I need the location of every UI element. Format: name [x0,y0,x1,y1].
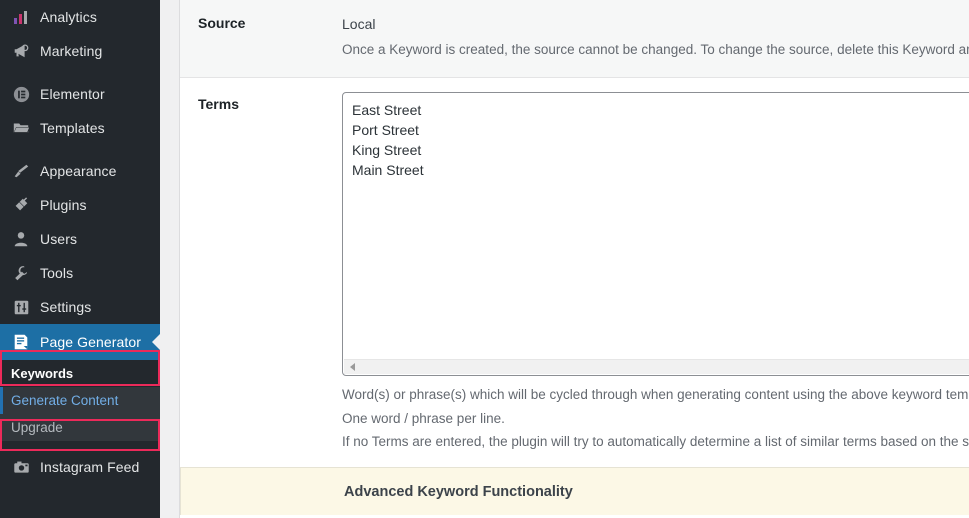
sliders-icon [11,297,31,317]
terms-description: Word(s) or phrase(s) which will be cycle… [342,383,969,453]
sidebar-item-label: Page Generator [40,334,142,350]
sidebar-item-templates[interactable]: Templates [0,111,160,145]
sidebar-separator [0,145,160,154]
sidebar-item-label: Elementor [40,86,105,102]
source-value: Local [342,16,376,32]
submenu-header-keywords: Keywords [0,360,160,387]
sidebar-item-label: Tools [40,265,74,281]
user-icon [11,229,31,249]
sidebar-item-label: Users [40,231,78,247]
elementor-icon [11,84,31,104]
source-row: Source Local Once a Keyword is created, … [180,0,969,79]
submenu-list: Generate Content Upgrade [0,387,160,441]
submenu-item-upgrade[interactable]: Upgrade [0,414,160,441]
scroll-left-arrow-icon[interactable] [350,363,355,372]
sidebar-item-settings[interactable]: Settings [0,290,160,324]
sidebar-item-elementor[interactable]: Elementor [0,77,160,111]
source-field: Local Once a Keyword is created, the sou… [342,13,969,63]
terms-line: Port Street [352,122,419,139]
terms-line: East Street [352,102,422,119]
sidebar-separator [0,441,160,450]
submenu-item-label: Generate Content [11,393,119,408]
sidebar-item-marketing[interactable]: Marketing [0,34,160,68]
admin-sidebar: Analytics Marketing Elementor Templates … [0,0,160,518]
plug-icon [11,195,31,215]
terms-field: East Street Port Street King Street Main… [342,92,969,453]
sidebar-item-label: Analytics [40,9,97,25]
paintbrush-icon [11,161,31,181]
terms-horizontal-scrollbar[interactable] [344,359,969,375]
wrench-icon [11,263,31,283]
admin-screen: Analytics Marketing Elementor Templates … [0,0,969,518]
sidebar-item-analytics[interactable]: Analytics [0,0,160,34]
document-lines-icon [11,332,31,352]
terms-description-line: One word / phrase per line. [342,410,505,426]
sidebar-separator [0,68,160,77]
terms-line: Main Street [352,162,424,179]
source-label: Source [198,15,246,31]
sidebar-item-page-generator[interactable]: Page Generator [0,324,160,360]
sidebar-item-label: Settings [40,299,92,315]
camera-icon [11,457,31,477]
sidebar-content-gap [160,0,180,518]
sidebar-item-tools[interactable]: Tools [0,256,160,290]
sidebar-item-label: Instagram Feed [40,459,140,475]
advanced-keyword-functionality-banner: Advanced Keyword Functionality [180,467,969,516]
folder-icon [11,118,31,138]
bar-chart-icon [11,7,31,27]
main-content: Source Local Once a Keyword is created, … [180,0,969,518]
advanced-banner-title: Advanced Keyword Functionality [344,483,573,500]
sidebar-item-label: Templates [40,120,105,136]
sidebar-item-label: Appearance [40,163,117,179]
submenu-item-generate-content[interactable]: Generate Content [0,387,160,414]
terms-textarea[interactable]: East Street Port Street King Street Main… [342,92,969,377]
sidebar-item-plugins[interactable]: Plugins [0,188,160,222]
terms-textarea-wrapper: East Street Port Street King Street Main… [342,92,969,377]
sidebar-item-instagram-feed[interactable]: Instagram Feed [0,450,160,484]
terms-description-line: If no Terms are entered, the plugin will… [342,433,969,449]
sidebar-item-label: Marketing [40,43,103,59]
terms-line: King Street [352,142,422,159]
submenu-item-label: Upgrade [11,420,63,435]
megaphone-icon [11,41,31,61]
sidebar-item-appearance[interactable]: Appearance [0,154,160,188]
terms-description-line: Word(s) or phrase(s) which will be cycle… [342,387,969,403]
terms-label: Terms [198,96,239,113]
sidebar-item-users[interactable]: Users [0,222,160,256]
current-menu-arrow-icon [152,334,160,350]
sidebar-item-label: Plugins [40,197,87,213]
terms-row: Terms East Street Port Street King Stree… [180,78,969,468]
source-description: Once a Keyword is created, the source ca… [342,42,969,58]
